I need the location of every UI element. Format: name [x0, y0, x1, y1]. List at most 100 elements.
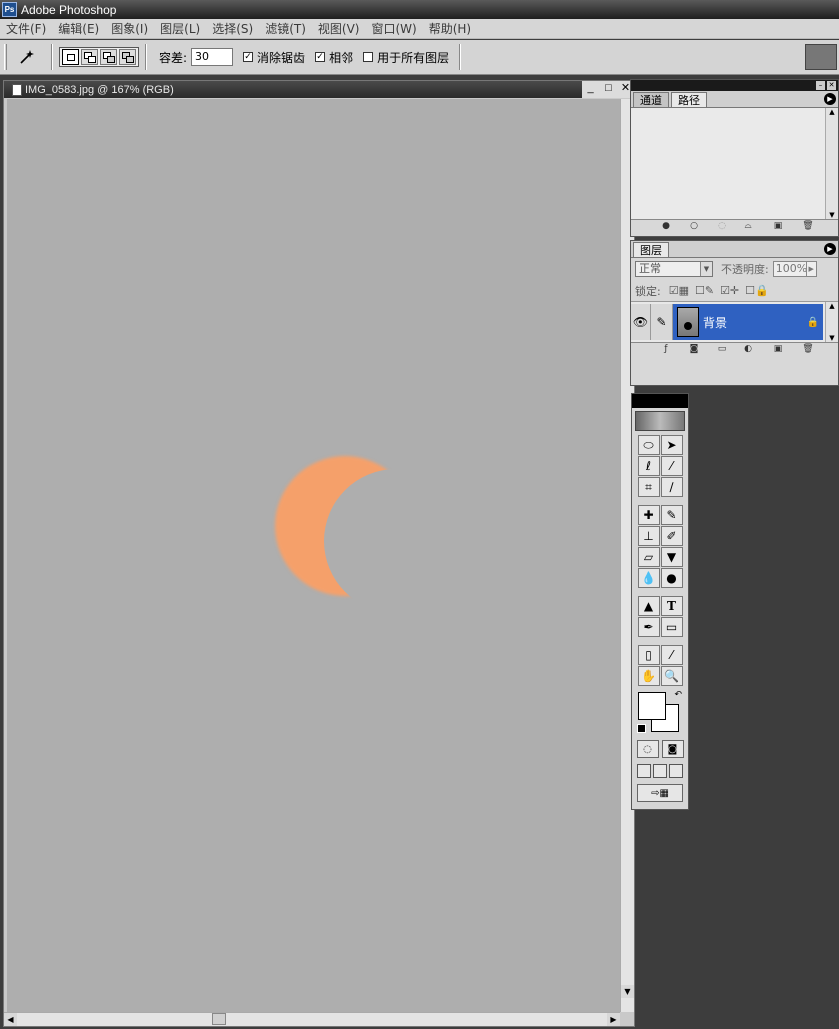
scroll-right-icon[interactable]: ▶ — [607, 1013, 620, 1026]
palette-well[interactable] — [805, 44, 837, 70]
panel-header[interactable]: – ✕ — [631, 80, 838, 91]
menu-view[interactable]: 视图(V) — [312, 20, 366, 37]
magic-wand-icon[interactable]: ⁄ — [660, 456, 683, 476]
tab-channels[interactable]: 通道 — [633, 92, 669, 107]
new-path-icon[interactable]: ▣ — [771, 221, 785, 232]
lock-transparency-icon[interactable]: ☑▦ — [669, 284, 689, 297]
stroke-path-icon[interactable]: ○ — [687, 221, 701, 232]
scroll-down-icon[interactable]: ▼ — [826, 211, 838, 219]
antialias-check-box[interactable]: ✓ — [243, 52, 254, 62]
crop-icon[interactable]: ⌗ — [637, 477, 660, 497]
slice-icon[interactable]: ∕ — [660, 477, 683, 497]
delete-layer-icon[interactable]: 🗑 — [801, 344, 815, 355]
layer-style-icon[interactable]: ƒ — [659, 344, 673, 355]
zoom-icon[interactable]: 🔍 — [660, 666, 683, 686]
horizontal-scrollbar[interactable]: ◀ ▶ — [4, 1012, 620, 1026]
layers-scrollbar[interactable]: ▲ ▼ — [825, 302, 838, 342]
menu-help[interactable]: 帮助(H) — [423, 20, 477, 37]
healing-brush-icon[interactable]: ✚ — [637, 505, 660, 525]
lasso-icon[interactable]: ℓ — [637, 456, 660, 476]
load-selection-icon[interactable]: ◌ — [715, 221, 729, 232]
intersect-selection-button[interactable] — [119, 49, 136, 65]
new-selection-button[interactable] — [62, 49, 79, 65]
lock-position-icon[interactable]: ☑✛ — [720, 284, 739, 297]
swap-colors-icon[interactable]: ↶ — [674, 690, 682, 700]
scroll-left-icon[interactable]: ◀ — [4, 1013, 17, 1026]
move-icon[interactable]: ➤ — [660, 435, 683, 455]
full-screen-menu-icon[interactable] — [653, 764, 667, 778]
eye-icon[interactable]: 👁 — [631, 304, 651, 340]
layer-mask-icon[interactable]: ◙ — [687, 344, 701, 355]
adjustment-layer-icon[interactable]: ◐ — [741, 344, 755, 355]
brush-icon[interactable]: ✎ — [660, 505, 683, 525]
menu-window[interactable]: 窗口(W) — [365, 20, 422, 37]
eyedropper-icon[interactable]: ⁄ — [660, 645, 683, 665]
type-icon[interactable]: T — [660, 596, 683, 616]
paint-bucket-icon[interactable]: ▼ — [660, 547, 683, 567]
tolerance-input[interactable]: 30 — [191, 48, 234, 66]
subtract-selection-button[interactable] — [100, 49, 117, 65]
all-layers-check-box[interactable] — [363, 52, 374, 62]
clone-stamp-icon[interactable]: ⊥ — [637, 526, 660, 546]
panel-minimize-icon[interactable]: – — [816, 81, 825, 90]
blend-mode-select[interactable]: 正常 ▼ — [635, 261, 713, 277]
antialias-checkbox[interactable]: ✓ 消除锯齿 — [243, 49, 305, 66]
marquee-icon[interactable]: ⬭ — [637, 435, 660, 455]
menu-layer[interactable]: 图层(L) — [154, 20, 206, 37]
menu-select[interactable]: 选择(S) — [206, 20, 259, 37]
foreground-color-swatch[interactable] — [638, 692, 666, 720]
maximize-icon[interactable]: □ — [602, 82, 615, 95]
rectangle-icon[interactable]: ▭ — [660, 617, 683, 637]
lock-all-icon[interactable]: ☐🔒 — [745, 284, 769, 297]
notes-icon[interactable]: ▯ — [637, 645, 660, 665]
toolbox-header[interactable] — [632, 394, 688, 408]
layer-row-background[interactable]: 👁 ✎ 背景 🔒 — [631, 304, 823, 340]
dodge-icon[interactable]: ● — [660, 568, 683, 588]
new-layer-icon[interactable]: ▣ — [771, 344, 785, 355]
default-colors-icon[interactable] — [637, 724, 646, 733]
brush-link-icon[interactable]: ✎ — [651, 304, 673, 340]
opacity-input[interactable]: 100% ▶ — [772, 261, 817, 277]
blur-icon[interactable]: 💧 — [637, 568, 660, 588]
make-workpath-icon[interactable]: ⌓ — [741, 221, 755, 232]
image-canvas[interactable] — [7, 99, 620, 1012]
panel-menu-icon[interactable]: ▶ — [824, 243, 836, 255]
horizontal-scroll-thumb[interactable] — [212, 1013, 226, 1025]
standard-screen-icon[interactable] — [637, 764, 651, 778]
panel-close-icon[interactable]: ✕ — [827, 81, 836, 90]
menu-filter[interactable]: 滤镜(T) — [259, 20, 312, 37]
jump-to-imageready-icon[interactable]: ⇨▦ — [637, 784, 683, 802]
scroll-up-icon[interactable]: ▲ — [826, 108, 838, 116]
opacity-slider-icon[interactable]: ▶ — [805, 262, 816, 276]
standard-mode-icon[interactable]: ◌ — [636, 740, 659, 758]
adobe-online-icon[interactable] — [635, 411, 685, 431]
scroll-down-icon[interactable]: ▼ — [826, 334, 838, 342]
all-layers-checkbox[interactable]: 用于所有图层 — [363, 49, 449, 66]
history-brush-icon[interactable]: ✐ — [660, 526, 683, 546]
panel-menu-icon[interactable]: ▶ — [824, 93, 836, 105]
tab-layers[interactable]: 图层 — [633, 242, 669, 257]
add-selection-button[interactable] — [81, 49, 98, 65]
lock-image-icon[interactable]: ☐✎ — [695, 284, 714, 297]
magic-wand-icon[interactable] — [15, 45, 39, 69]
pen-icon[interactable]: ✒ — [637, 617, 660, 637]
menu-file[interactable]: 文件(F) — [0, 20, 52, 37]
delete-path-icon[interactable]: 🗑 — [801, 221, 815, 232]
hand-icon[interactable]: ✋ — [637, 666, 660, 686]
contiguous-check-box[interactable]: ✓ — [315, 52, 326, 62]
options-grip[interactable] — [4, 44, 7, 70]
new-set-icon[interactable]: ▭ — [715, 344, 729, 355]
menu-edit[interactable]: 编辑(E) — [52, 20, 105, 37]
tab-paths[interactable]: 路径 — [671, 92, 707, 107]
contiguous-checkbox[interactable]: ✓ 相邻 — [315, 49, 353, 66]
chevron-down-icon[interactable]: ▼ — [700, 262, 712, 276]
fill-path-icon[interactable]: ● — [659, 221, 673, 232]
paths-scrollbar[interactable]: ▲ ▼ — [825, 108, 838, 219]
quick-mask-icon[interactable]: ◙ — [661, 740, 684, 758]
menu-image[interactable]: 图象(I) — [105, 20, 154, 37]
document-titlebar[interactable]: IMG_0583.jpg @ 167% (RGB) _ □ ✕ — [4, 81, 634, 98]
eraser-icon[interactable]: ▱ — [637, 547, 660, 567]
scroll-down-icon[interactable]: ▼ — [621, 985, 634, 998]
path-selection-icon[interactable]: ▲ — [637, 596, 660, 616]
minimize-icon[interactable]: _ — [584, 82, 597, 95]
